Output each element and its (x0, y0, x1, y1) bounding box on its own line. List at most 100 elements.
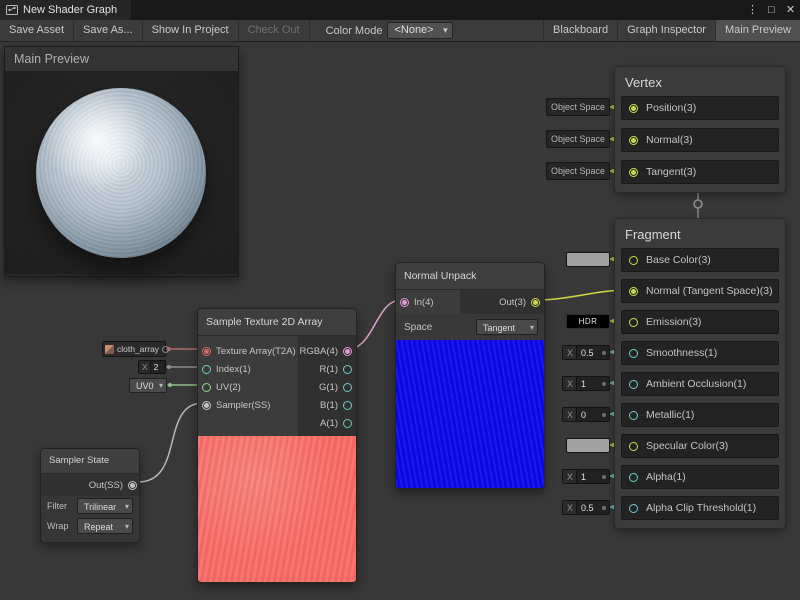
sample-texture-2d-array-node[interactable]: Sample Texture 2D Array Texture Array(T2… (197, 308, 357, 583)
space-dropdown[interactable]: Tangent (476, 319, 538, 335)
graph-inspector-toggle[interactable]: Graph Inspector (617, 20, 715, 41)
sampler-state-header[interactable]: Sampler State (41, 449, 139, 474)
fragment-row-emission[interactable]: Emission(3) (621, 310, 779, 334)
output-out3[interactable]: Out(3) (460, 293, 544, 311)
drag-handle[interactable] (602, 413, 606, 417)
emission-port[interactable] (629, 318, 638, 327)
cloth-array-object-field[interactable]: cloth_array (102, 341, 166, 357)
menu-kebab-icon[interactable]: ⋮ (743, 0, 762, 20)
uv-channel-dropdown[interactable]: UV0 (129, 378, 167, 393)
rgba-output-port[interactable] (343, 347, 352, 356)
r-output-port[interactable] (343, 365, 352, 374)
vertex-row-tangent[interactable]: Tangent(3) (621, 160, 779, 184)
drag-handle[interactable] (602, 351, 606, 355)
wrap-dropdown[interactable]: Repeat (77, 518, 133, 534)
position-space-dropdown[interactable]: Object Space (546, 98, 610, 116)
in4-input-port[interactable] (400, 298, 409, 307)
a-output-port[interactable] (343, 419, 352, 428)
fragment-row-alpha[interactable]: Alpha(1) (621, 465, 779, 489)
vertex-row-normal[interactable]: Normal(3) (621, 128, 779, 152)
drag-handle[interactable] (602, 382, 606, 386)
metallic-field[interactable]: X 0 (562, 407, 610, 422)
tangent-port[interactable] (629, 168, 638, 177)
vertex-block[interactable]: Vertex Position(3) Normal(3) Tangent(3) (614, 66, 786, 193)
normal-space-dropdown[interactable]: Object Space (546, 130, 610, 148)
specular-color-swatch[interactable] (566, 438, 610, 453)
save-as-button[interactable]: Save As... (74, 20, 143, 41)
input-index[interactable]: Index(1) (198, 360, 298, 378)
shader-graph-icon (6, 4, 18, 16)
output-r[interactable]: R(1) (298, 360, 356, 378)
sampler-state-node[interactable]: Sampler State Out(SS) Filter Trilinear W… (40, 448, 140, 543)
document-tab[interactable]: New Shader Graph (0, 0, 131, 20)
alpha-clip-threshold-field[interactable]: X 0.5 (562, 500, 610, 515)
close-icon[interactable]: ✕ (781, 0, 800, 20)
base-color-swatch[interactable] (566, 252, 610, 267)
main-preview-header[interactable]: Main Preview (5, 47, 238, 72)
normal-unpack-header[interactable]: Normal Unpack (396, 263, 544, 290)
drag-handle[interactable] (602, 475, 606, 479)
position-port[interactable] (629, 104, 638, 113)
output-rgba[interactable]: RGBA(4) (298, 342, 356, 360)
smoothness-port[interactable] (629, 349, 638, 358)
input-texture-array[interactable]: Texture Array(T2A) (198, 342, 298, 360)
b-output-port[interactable] (343, 401, 352, 410)
output-a[interactable]: A(1) (298, 414, 356, 432)
main-preview-toggle[interactable]: Main Preview (715, 20, 800, 41)
sampler-input-port[interactable] (202, 401, 211, 410)
show-in-project-button[interactable]: Show In Project (143, 20, 239, 41)
fragment-row-smoothness[interactable]: Smoothness(1) (621, 341, 779, 365)
normal-unpack-node[interactable]: Normal Unpack In(4) Out(3) Space Tangent (395, 262, 545, 489)
preview-sphere (36, 88, 206, 258)
out-ss-output-port[interactable] (128, 481, 137, 490)
fragment-row-ambient-occlusion[interactable]: Ambient Occlusion(1) (621, 372, 779, 396)
sample-node-header[interactable]: Sample Texture 2D Array (198, 309, 356, 336)
check-out-button: Check Out (239, 20, 310, 41)
alpha-clip-threshold-port[interactable] (629, 504, 638, 513)
fragment-row-base-color[interactable]: Base Color(3) (621, 248, 779, 272)
base-color-port[interactable] (629, 256, 638, 265)
window-title: New Shader Graph (23, 4, 117, 16)
fragment-row-alpha-clip[interactable]: Alpha Clip Threshold(1) (621, 496, 779, 520)
normal-tangent-port[interactable] (629, 287, 638, 296)
blackboard-toggle[interactable]: Blackboard (543, 20, 617, 41)
fragment-row-specular-color[interactable]: Specular Color(3) (621, 434, 779, 458)
input-sampler[interactable]: Sampler(SS) (198, 396, 298, 414)
filter-dropdown[interactable]: Trilinear (77, 498, 133, 514)
index-value-field[interactable]: X 2 (138, 360, 166, 374)
smoothness-field[interactable]: X 0.5 (562, 345, 610, 360)
texture-array-input-port[interactable] (202, 347, 211, 356)
tangent-space-dropdown[interactable]: Object Space (546, 162, 610, 180)
output-g[interactable]: G(1) (298, 378, 356, 396)
space-label: Space (404, 322, 432, 333)
ambient-occlusion-port[interactable] (629, 380, 638, 389)
normal-port[interactable] (629, 136, 638, 145)
vertex-row-position[interactable]: Position(3) (621, 96, 779, 120)
alpha-field[interactable]: X 1 (562, 469, 610, 484)
object-picker-icon[interactable] (162, 346, 169, 353)
g-output-port[interactable] (343, 383, 352, 392)
maximize-icon[interactable]: □ (762, 0, 781, 20)
alpha-port[interactable] (629, 473, 638, 482)
emission-hdr-field[interactable]: HDR (566, 314, 610, 329)
output-out-ss[interactable]: Out(SS) (41, 474, 139, 496)
output-b[interactable]: B(1) (298, 396, 356, 414)
fragment-row-normal[interactable]: Normal (Tangent Space)(3) (621, 279, 779, 303)
vertex-block-title: Vertex (615, 67, 785, 96)
drag-handle[interactable] (602, 506, 606, 510)
ambient-occlusion-field[interactable]: X 1 (562, 376, 610, 391)
out3-output-port[interactable] (531, 298, 540, 307)
fragment-block[interactable]: Fragment Base Color(3) Normal (Tangent S… (614, 218, 786, 529)
input-in4[interactable]: In(4) (396, 293, 460, 311)
uv-input-port[interactable] (202, 383, 211, 392)
index-input-port[interactable] (202, 365, 211, 374)
specular-color-port[interactable] (629, 442, 638, 451)
color-mode-dropdown[interactable]: <None> (387, 22, 452, 39)
filter-label: Filter (47, 501, 67, 511)
metallic-port[interactable] (629, 411, 638, 420)
fragment-row-metallic[interactable]: Metallic(1) (621, 403, 779, 427)
input-uv[interactable]: UV(2) (198, 378, 298, 396)
vertex-fragment-connector-port (694, 200, 702, 208)
save-asset-button[interactable]: Save Asset (0, 20, 74, 41)
wrap-label: Wrap (47, 521, 68, 531)
